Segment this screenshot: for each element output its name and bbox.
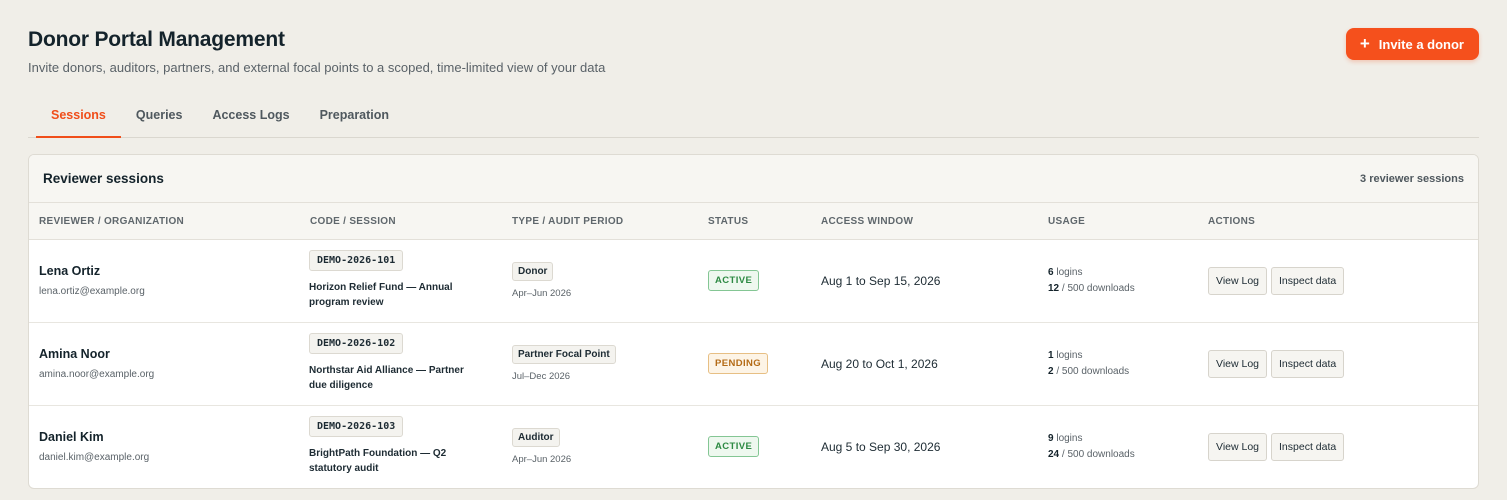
logins-usage: 6 logins bbox=[1048, 265, 1135, 281]
session-name: Northstar Aid Alliance — Partner due dil… bbox=[309, 365, 464, 391]
column-header-type: TYPE / AUDIT PERIOD bbox=[512, 216, 624, 227]
logins-label: logins bbox=[1053, 267, 1083, 278]
table-row: Amina Noor amina.noor@example.org DEMO-2… bbox=[29, 323, 1478, 406]
plus-icon: + bbox=[1359, 34, 1370, 53]
downloads-label: / 500 downloads bbox=[1059, 449, 1135, 460]
logins-usage: 9 logins bbox=[1048, 431, 1135, 447]
tab-sessions[interactable]: Sessions bbox=[36, 92, 121, 138]
status-badge: ACTIVE bbox=[708, 436, 760, 457]
status-badge: PENDING bbox=[708, 353, 769, 374]
view-log-button[interactable]: View Log bbox=[1208, 433, 1268, 461]
column-header-reviewer: REVIEWER / ORGANIZATION bbox=[39, 216, 185, 227]
inspect-data-button[interactable]: Inspect data bbox=[1271, 267, 1345, 295]
audit-period: Apr–Jun 2026 bbox=[512, 288, 572, 299]
type-cell: Partner Focal Point Jul–Dec 2026 bbox=[512, 344, 616, 382]
type-badge: Donor bbox=[512, 262, 554, 281]
status-cell: ACTIVE bbox=[708, 270, 760, 291]
session-count: 3 reviewer sessions bbox=[1360, 172, 1464, 185]
reviewer-email: amina.noor@example.org bbox=[39, 369, 155, 380]
usage-cell: 9 logins 24 / 500 downloads bbox=[1048, 431, 1135, 463]
view-log-button[interactable]: View Log bbox=[1208, 350, 1268, 378]
downloads-usage: 2 / 500 downloads bbox=[1048, 364, 1129, 380]
invite-donor-label: Invite a donor bbox=[1378, 36, 1464, 52]
column-header-usage: USAGE bbox=[1048, 216, 1086, 227]
logins-label: logins bbox=[1053, 433, 1083, 444]
audit-period: Jul–Dec 2026 bbox=[512, 371, 571, 382]
page-header: Donor Portal Management Invite donors, a… bbox=[28, 0, 1479, 92]
status-cell: PENDING bbox=[708, 353, 769, 374]
reviewer-email: daniel.kim@example.org bbox=[39, 452, 150, 463]
status-badge: ACTIVE bbox=[708, 270, 760, 291]
type-cell: Auditor Apr–Jun 2026 bbox=[512, 427, 571, 465]
usage-cell: 6 logins 12 / 500 downloads bbox=[1048, 265, 1135, 297]
table-row: Daniel Kim daniel.kim@example.org DEMO-2… bbox=[29, 406, 1478, 488]
session-code: DEMO-2026-103 bbox=[309, 416, 404, 437]
actions-cell: View Log Inspect data bbox=[1208, 350, 1348, 378]
tab-access-logs[interactable]: Access Logs bbox=[197, 92, 304, 137]
session-code: DEMO-2026-102 bbox=[309, 333, 404, 354]
downloads-label: / 500 downloads bbox=[1053, 366, 1130, 377]
tab-bar: Sessions Queries Access Logs Preparation bbox=[28, 92, 1479, 138]
code-cell: DEMO-2026-101 Horizon Relief Fund — Annu… bbox=[309, 250, 484, 310]
reviewer-cell: Amina Noor amina.noor@example.org bbox=[39, 347, 154, 380]
downloads-count: 24 bbox=[1048, 449, 1060, 460]
reviewer-name: Lena Ortiz bbox=[39, 264, 101, 278]
session-name: BrightPath Foundation — Q2 statutory aud… bbox=[309, 448, 447, 474]
reviewer-cell: Lena Ortiz lena.ortiz@example.org bbox=[39, 264, 145, 297]
reviewer-cell: Daniel Kim daniel.kim@example.org bbox=[39, 430, 149, 463]
tab-queries[interactable]: Queries bbox=[121, 92, 198, 137]
downloads-label: / 500 downloads bbox=[1059, 283, 1135, 294]
card-title: Reviewer sessions bbox=[43, 171, 164, 186]
actions-cell: View Log Inspect data bbox=[1208, 267, 1348, 295]
card-header: Reviewer sessions 3 reviewer sessions bbox=[29, 155, 1478, 203]
code-cell: DEMO-2026-103 BrightPath Foundation — Q2… bbox=[309, 416, 484, 476]
access-window: Aug 5 to Sep 30, 2026 bbox=[821, 440, 941, 454]
type-cell: Donor Apr–Jun 2026 bbox=[512, 261, 571, 299]
type-badge: Partner Focal Point bbox=[512, 345, 616, 364]
reviewer-sessions-card: Reviewer sessions 3 reviewer sessions RE… bbox=[28, 154, 1479, 489]
access-window: Aug 20 to Oct 1, 2026 bbox=[821, 357, 938, 371]
page-title: Donor Portal Management bbox=[28, 28, 285, 51]
logins-usage: 1 logins bbox=[1048, 348, 1129, 364]
view-log-button[interactable]: View Log bbox=[1208, 267, 1268, 295]
status-cell: ACTIVE bbox=[708, 436, 760, 457]
code-cell: DEMO-2026-102 Northstar Aid Alliance — P… bbox=[309, 333, 484, 393]
page-subtitle: Invite donors, auditors, partners, and e… bbox=[28, 60, 606, 75]
column-header-actions: ACTIONS bbox=[1208, 216, 1256, 227]
column-header-window: ACCESS WINDOW bbox=[821, 216, 914, 227]
tab-preparation[interactable]: Preparation bbox=[305, 92, 404, 137]
inspect-data-button[interactable]: Inspect data bbox=[1271, 433, 1345, 461]
column-header-status: STATUS bbox=[708, 216, 749, 227]
table-header: REVIEWER / ORGANIZATION CODE / SESSION T… bbox=[29, 203, 1478, 240]
table-row: Lena Ortiz lena.ortiz@example.org DEMO-2… bbox=[29, 240, 1478, 323]
column-header-code: CODE / SESSION bbox=[310, 216, 396, 227]
access-window: Aug 1 to Sep 15, 2026 bbox=[821, 274, 941, 288]
type-badge: Auditor bbox=[512, 428, 560, 447]
downloads-count: 12 bbox=[1048, 283, 1060, 294]
actions-cell: View Log Inspect data bbox=[1208, 433, 1348, 461]
audit-period: Apr–Jun 2026 bbox=[512, 454, 572, 465]
usage-cell: 1 logins 2 / 500 downloads bbox=[1048, 348, 1129, 380]
downloads-usage: 12 / 500 downloads bbox=[1048, 281, 1135, 297]
reviewer-name: Daniel Kim bbox=[39, 430, 104, 444]
session-code: DEMO-2026-101 bbox=[309, 250, 404, 271]
reviewer-name: Amina Noor bbox=[39, 347, 110, 361]
reviewer-email: lena.ortiz@example.org bbox=[39, 286, 145, 297]
session-name: Horizon Relief Fund — Annual program rev… bbox=[309, 282, 453, 308]
downloads-usage: 24 / 500 downloads bbox=[1048, 447, 1135, 463]
inspect-data-button[interactable]: Inspect data bbox=[1271, 350, 1345, 378]
invite-donor-button[interactable]: + Invite a donor bbox=[1345, 28, 1479, 60]
logins-label: logins bbox=[1053, 350, 1083, 361]
